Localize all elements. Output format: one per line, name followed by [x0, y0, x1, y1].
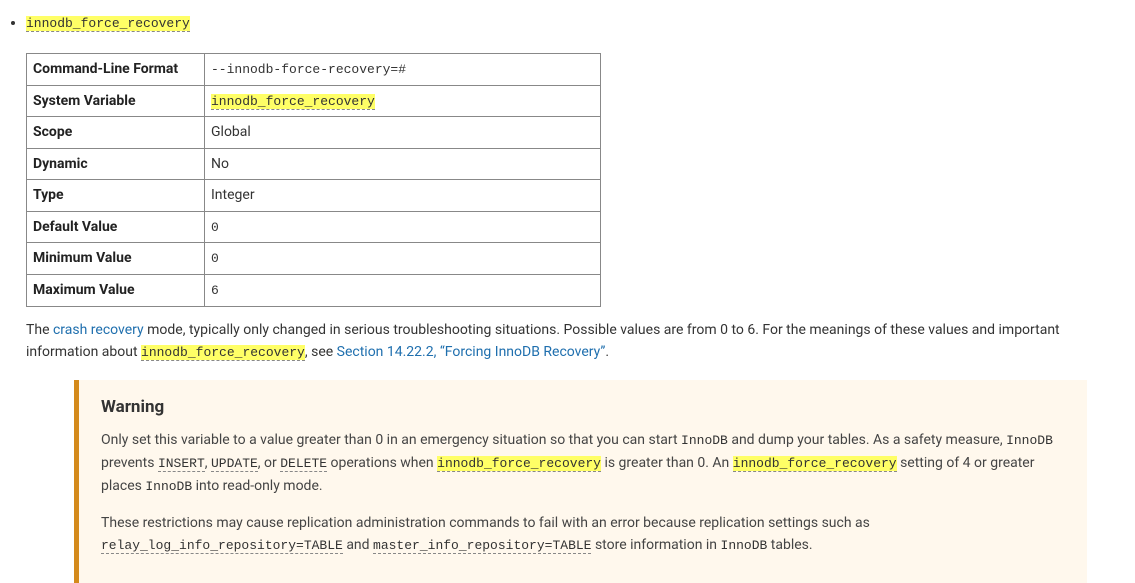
table-row-value: innodb_force_recovery — [205, 85, 601, 117]
table-system-variable-link[interactable]: innodb_force_recovery — [211, 93, 375, 110]
table-row: Default Value0 — [27, 211, 601, 243]
description-paragraph: The crash recovery mode, typically only … — [26, 319, 1135, 364]
master-info-link[interactable]: master_info_repository=TABLE — [373, 537, 591, 554]
table-row-value: 0 — [205, 243, 601, 275]
warning-paragraph-1: Only set this variable to a value greate… — [101, 429, 1065, 497]
table-row-value: Global — [205, 117, 601, 148]
table-row-label: Type — [27, 180, 205, 211]
table-row: Minimum Value0 — [27, 243, 601, 275]
table-row-label: System Variable — [27, 85, 205, 117]
table-row: TypeInteger — [27, 180, 601, 211]
force-recovery-warn-link-1[interactable]: innodb_force_recovery — [437, 455, 601, 472]
relay-log-link[interactable]: relay_log_info_repository=TABLE — [101, 537, 343, 554]
warning-paragraph-2: These restrictions may cause replication… — [101, 512, 1065, 557]
table-row-label: Command-Line Format — [27, 53, 205, 85]
properties-table: Command-Line Format--innodb-force-recove… — [26, 53, 601, 307]
crash-recovery-link[interactable]: crash recovery — [53, 322, 144, 338]
table-row: System Variable innodb_force_recovery — [27, 85, 601, 117]
table-row-label: Minimum Value — [27, 243, 205, 275]
table-row-value: No — [205, 148, 601, 179]
table-row-value: 6 — [205, 275, 601, 307]
table-row-label: Scope — [27, 117, 205, 148]
table-row: ScopeGlobal — [27, 117, 601, 148]
table-row: Command-Line Format--innodb-force-recove… — [27, 53, 601, 85]
update-link[interactable]: UPDATE — [211, 455, 258, 472]
force-recovery-inline-link[interactable]: innodb_force_recovery — [141, 344, 305, 361]
force-recovery-warn-link-2[interactable]: innodb_force_recovery — [733, 455, 897, 472]
warning-box: Warning Only set this variable to a valu… — [74, 380, 1087, 583]
table-row: DynamicNo — [27, 148, 601, 179]
table-row-value: Integer — [205, 180, 601, 211]
heading-var-link[interactable]: innodb_force_recovery — [26, 15, 190, 32]
table-row-label: Default Value — [27, 211, 205, 243]
table-row-label: Maximum Value — [27, 275, 205, 307]
warning-title: Warning — [101, 394, 1065, 421]
section-link[interactable]: Section 14.22.2, “Forcing InnoDB Recover… — [337, 344, 606, 360]
table-row: Maximum Value6 — [27, 275, 601, 307]
table-row-value: --innodb-force-recovery=# — [205, 53, 601, 85]
table-row-value: 0 — [205, 211, 601, 243]
table-row-label: Dynamic — [27, 148, 205, 179]
delete-link[interactable]: DELETE — [280, 455, 327, 472]
insert-link[interactable]: INSERT — [158, 455, 205, 472]
